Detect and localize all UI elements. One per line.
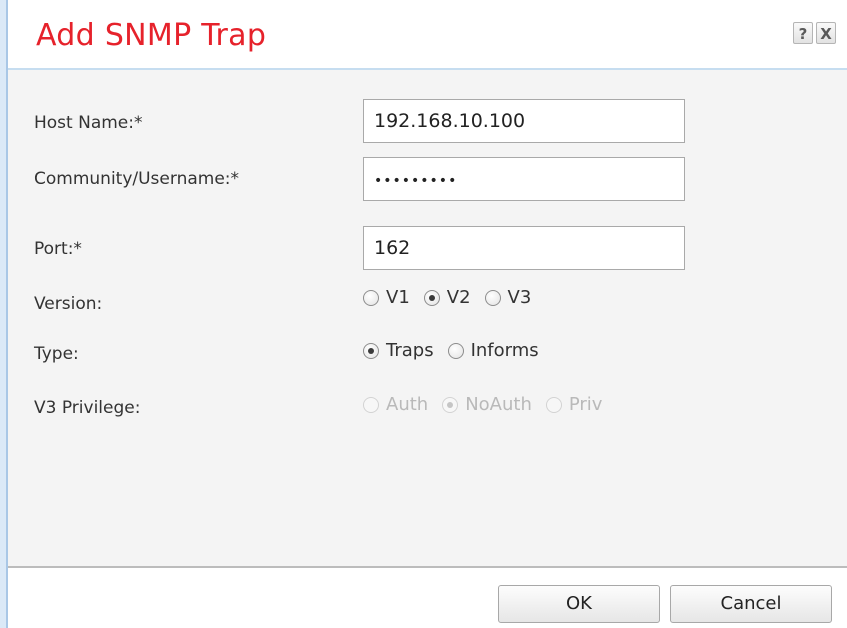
port-input[interactable]: 162 <box>363 226 685 270</box>
radio-v2[interactable] <box>423 289 440 306</box>
dialog-title: Add SNMP Trap <box>36 18 267 53</box>
type-label: Type: <box>34 344 79 364</box>
version-option-v3[interactable]: V3 <box>484 287 532 308</box>
radio-traps-label: Traps <box>386 340 434 361</box>
password-mask: ••••••••• <box>374 173 458 189</box>
community-username-input[interactable]: ••••••••• <box>363 157 685 201</box>
type-option-traps[interactable]: Traps <box>363 340 434 361</box>
close-icon[interactable]: X <box>816 22 836 44</box>
radio-noauth <box>442 396 459 413</box>
port-label: Port:* <box>34 239 82 259</box>
radio-auth-label: Auth <box>386 394 429 415</box>
radio-v1-label: V1 <box>386 287 410 308</box>
v3-privilege-label: V3 Privilege: <box>34 398 141 418</box>
radio-priv-label: Priv <box>568 394 603 415</box>
cancel-button[interactable]: Cancel <box>670 585 832 623</box>
radio-v3[interactable] <box>484 289 501 306</box>
radio-informs[interactable] <box>447 342 464 359</box>
privilege-option-priv: Priv <box>545 394 603 415</box>
radio-v1[interactable] <box>363 289 379 306</box>
radio-noauth-label: NoAuth <box>465 394 532 415</box>
privilege-option-auth: Auth <box>363 394 428 415</box>
ok-button[interactable]: OK <box>498 585 660 623</box>
community-username-label: Community/Username:* <box>34 169 240 189</box>
version-radio-group: V1 V2 V3 <box>363 287 545 308</box>
v3-privilege-radio-group: Auth NoAuth Priv <box>363 394 616 415</box>
version-option-v1[interactable]: V1 <box>363 287 410 308</box>
radio-v2-label: V2 <box>446 287 471 308</box>
type-radio-group: Traps Informs <box>363 340 553 361</box>
dialog-header: Add SNMP Trap <box>8 0 847 68</box>
version-label: Version: <box>34 294 103 314</box>
radio-auth <box>363 396 379 413</box>
host-name-input[interactable]: 192.168.10.100 <box>363 99 685 143</box>
radio-v3-label: V3 <box>507 287 532 308</box>
host-name-label: Host Name:* <box>34 113 143 133</box>
radio-traps[interactable] <box>363 342 379 359</box>
version-option-v2[interactable]: V2 <box>423 287 471 308</box>
radio-priv <box>545 396 562 413</box>
radio-informs-label: Informs <box>470 340 539 361</box>
dialog-body <box>8 70 847 566</box>
type-option-informs[interactable]: Informs <box>447 340 539 361</box>
help-icon[interactable]: ? <box>793 22 813 44</box>
privilege-option-noauth: NoAuth <box>442 394 532 415</box>
